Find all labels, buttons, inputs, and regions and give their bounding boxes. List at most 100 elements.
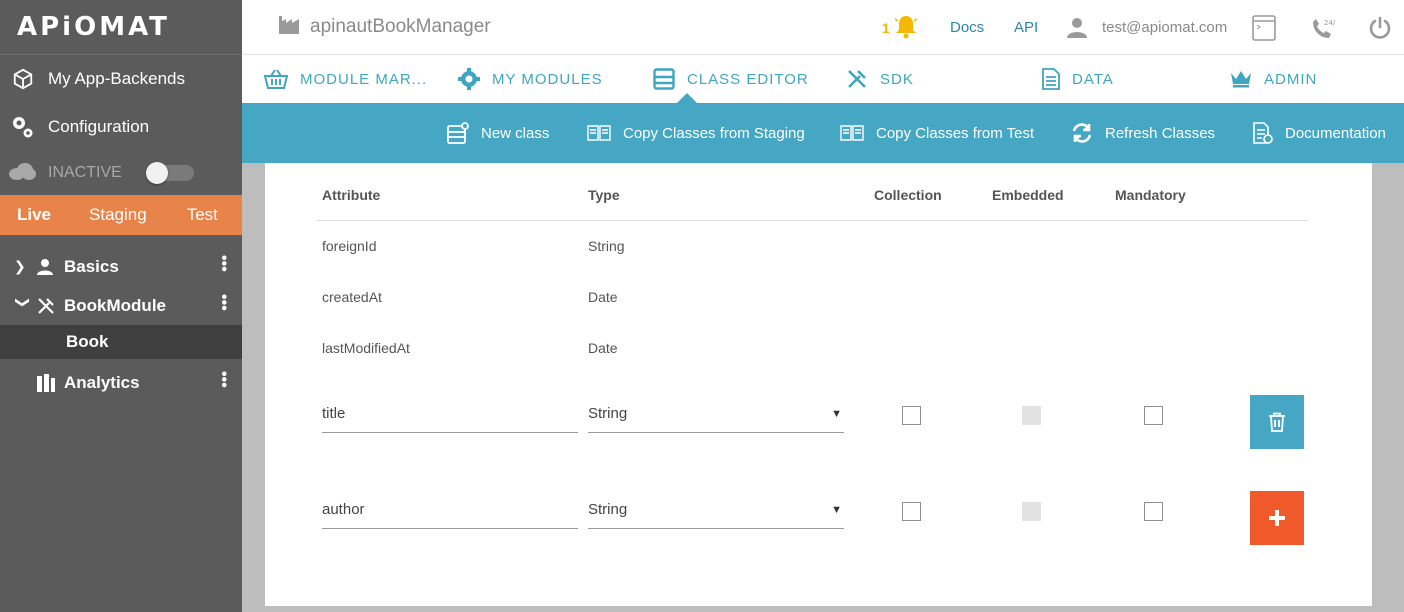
attribute-type: Date xyxy=(588,340,618,356)
copy-from-test-button[interactable]: Copy Classes from Test xyxy=(840,103,1034,163)
notification-count: 1 xyxy=(882,19,890,36)
attribute-name-input[interactable]: author xyxy=(322,491,578,529)
attribute-type-select[interactable]: String ▼ xyxy=(588,491,844,529)
notifications[interactable]: 1 xyxy=(882,0,918,55)
api-link[interactable]: API xyxy=(1014,19,1038,36)
mandatory-checkbox[interactable] xyxy=(1144,406,1163,425)
environment-tabs: Live Staging Test xyxy=(0,195,242,235)
app-title: apinautBookManager xyxy=(278,14,491,40)
support-phone-icon[interactable]: 24/7 xyxy=(1310,16,1336,40)
main-nav: MODULE MAR... MY MODULES CLASS EDITOR SD… xyxy=(242,55,1404,104)
attribute-type-value: String xyxy=(588,501,628,518)
user-icon xyxy=(1066,17,1088,39)
status-label: INACTIVE xyxy=(48,164,122,181)
more-vertical-icon[interactable]: ••• xyxy=(215,371,232,388)
analytics-icon xyxy=(36,373,58,393)
column-header-mandatory: Mandatory xyxy=(1115,187,1186,203)
book-copy-icon xyxy=(840,124,864,142)
refresh-classes-button[interactable]: Refresh Classes xyxy=(1071,103,1215,163)
new-class-icon xyxy=(447,122,469,144)
tools-icon xyxy=(36,296,58,316)
tab-label: SDK xyxy=(880,70,914,88)
tab-sdk[interactable]: SDK xyxy=(846,55,914,103)
sidebar-item-my-app-backends[interactable]: My App-Backends xyxy=(0,55,242,103)
new-class-button[interactable]: New class xyxy=(447,103,549,163)
crown-icon xyxy=(1230,70,1252,88)
docs-link[interactable]: Docs xyxy=(950,19,984,36)
refresh-icon xyxy=(1071,122,1093,144)
cube-icon xyxy=(10,66,36,92)
mandatory-checkbox[interactable] xyxy=(1144,502,1163,521)
tree-item-bookmodule[interactable]: ❯ BookModule ••• xyxy=(0,286,242,325)
tab-label: MODULE MAR... xyxy=(300,70,428,88)
column-header-type: Type xyxy=(588,187,620,203)
gear-icon xyxy=(458,68,480,90)
tab-admin[interactable]: ADMIN xyxy=(1230,55,1317,103)
tab-label: DATA xyxy=(1072,70,1114,88)
more-vertical-icon[interactable]: ••• xyxy=(215,294,232,311)
top-bar: apinautBookManager 1 Docs API test@apiom… xyxy=(242,0,1404,55)
attribute-type-select[interactable]: String ▼ xyxy=(588,395,844,433)
user-email: test@apiomat.com xyxy=(1102,19,1228,36)
attribute-name-value: author xyxy=(322,501,365,518)
attribute-name: foreignId xyxy=(322,238,377,254)
attribute-name-input[interactable]: title xyxy=(322,395,578,433)
active-toggle[interactable] xyxy=(145,162,194,184)
attribute-type: String xyxy=(588,238,625,254)
attribute-name-value: title xyxy=(322,405,346,422)
cloud-icon xyxy=(8,162,36,185)
tab-my-modules[interactable]: MY MODULES xyxy=(458,55,603,103)
tree-item-label: Book xyxy=(66,332,109,351)
console-icon[interactable] xyxy=(1252,14,1276,41)
column-header-attribute: Attribute xyxy=(322,187,381,203)
tree-item-basics[interactable]: ❯ Basics ••• xyxy=(0,247,242,286)
svg-text:24/7: 24/7 xyxy=(1324,19,1336,27)
plus-icon xyxy=(1268,509,1286,527)
attribute-name: createdAt xyxy=(322,289,382,305)
logo-bar: APiOMAT xyxy=(0,0,242,55)
header-divider xyxy=(317,220,1308,221)
tree-item-label: Basics xyxy=(64,256,119,276)
tab-data[interactable]: DATA xyxy=(1042,55,1114,103)
tab-module-marketplace[interactable]: MODULE MAR... xyxy=(264,55,427,103)
sidebar-item-label: My App-Backends xyxy=(48,69,186,88)
action-label: Copy Classes from Test xyxy=(876,124,1035,142)
tools-icon xyxy=(846,68,868,90)
embedded-checkbox xyxy=(1022,502,1041,521)
class-attributes-panel: Attribute Type Collection Embedded Manda… xyxy=(265,163,1372,606)
apiomat-logo[interactable]: APiOMAT xyxy=(17,12,170,42)
attribute-type-value: String xyxy=(588,405,628,422)
env-tab-staging[interactable]: Staging xyxy=(89,205,147,225)
book-copy-icon xyxy=(587,124,611,142)
copy-from-staging-button[interactable]: Copy Classes from Staging xyxy=(587,103,805,163)
env-tab-test[interactable]: Test xyxy=(187,205,218,225)
attribute-name: lastModifiedAt xyxy=(322,340,410,356)
power-icon[interactable] xyxy=(1368,16,1392,40)
user-menu[interactable]: test@apiomat.com xyxy=(1066,0,1227,55)
chevron-right-icon: ❯ xyxy=(14,258,26,274)
collection-checkbox[interactable] xyxy=(902,502,921,521)
tree-item-book[interactable]: Book xyxy=(0,325,242,359)
tree-item-analytics[interactable]: Analytics ••• xyxy=(0,363,242,402)
action-label: Copy Classes from Staging xyxy=(623,124,805,142)
class-editor-icon xyxy=(653,68,675,90)
class-editor-actions: New class Copy Classes from Staging Copy… xyxy=(242,103,1404,163)
embedded-checkbox xyxy=(1022,406,1041,425)
column-header-collection: Collection xyxy=(874,187,942,203)
documentation-button[interactable]: Documentation xyxy=(1253,103,1386,163)
gears-icon xyxy=(10,114,36,140)
env-tab-live[interactable]: Live xyxy=(17,205,51,225)
delete-attribute-button[interactable] xyxy=(1250,395,1304,449)
factory-icon xyxy=(278,14,300,40)
collection-checkbox[interactable] xyxy=(902,406,921,425)
sidebar-item-configuration[interactable]: Configuration xyxy=(0,103,242,151)
more-vertical-icon[interactable]: ••• xyxy=(215,255,232,272)
document-icon xyxy=(1042,68,1060,90)
action-label: Documentation xyxy=(1285,124,1386,142)
column-header-embedded: Embedded xyxy=(992,187,1064,203)
add-attribute-button[interactable] xyxy=(1250,491,1304,545)
action-label: Refresh Classes xyxy=(1105,124,1216,142)
tab-label: CLASS EDITOR xyxy=(687,70,809,88)
sidebar: APiOMAT My App-Backends Configuration IN… xyxy=(0,0,242,612)
tree-item-label: BookModule xyxy=(64,295,166,315)
